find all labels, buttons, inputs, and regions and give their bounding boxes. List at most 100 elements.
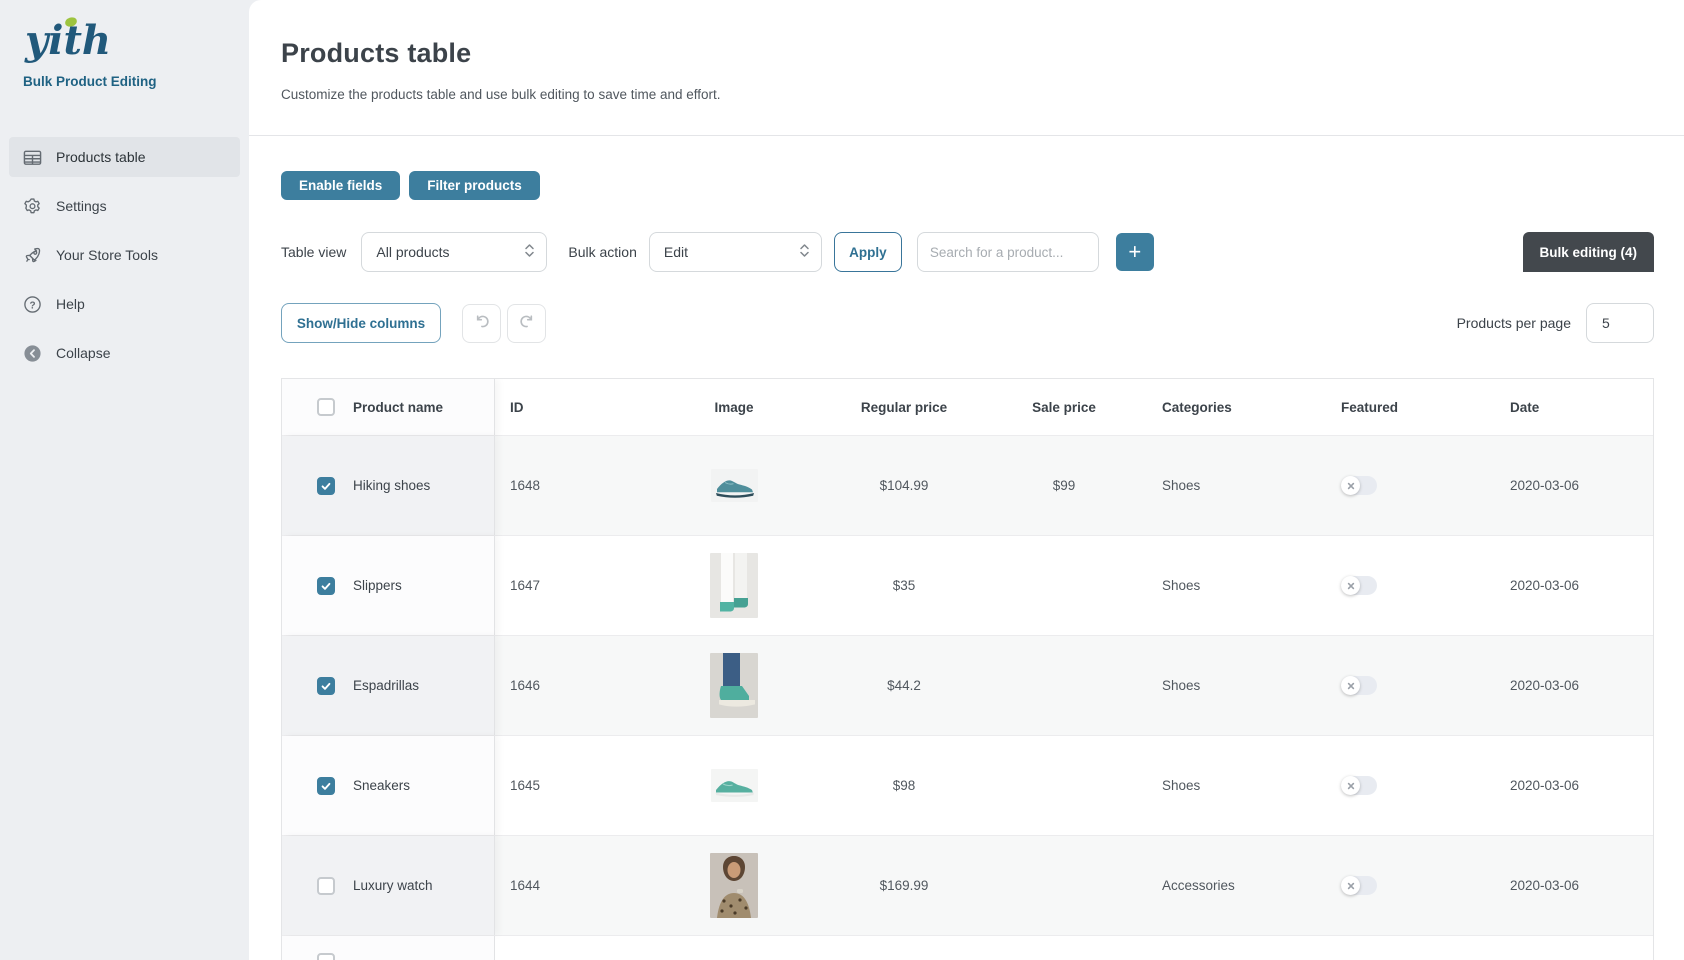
toggle-knob (1341, 676, 1360, 695)
toggle-knob (1341, 876, 1360, 895)
gear-icon (22, 196, 42, 216)
regular-price-cell[interactable]: $44.2 (824, 636, 984, 735)
categories-cell[interactable]: Shoes (1144, 436, 1323, 535)
table-row: Luxury watch 1644 $169.99 Accessories 20… (282, 835, 1653, 935)
featured-toggle[interactable] (1341, 876, 1377, 895)
categories-cell[interactable]: Accessories (1144, 836, 1323, 935)
toggle-knob (1341, 476, 1360, 495)
table-row: Slippers 1647 $35 Shoes 2020-03-06 (282, 535, 1653, 635)
regular-price-cell[interactable]: $169.99 (824, 836, 984, 935)
regular-price-cell[interactable]: $98 (824, 736, 984, 835)
product-name-cell[interactable]: Slippers (336, 536, 494, 635)
add-product-button[interactable]: + (1116, 233, 1154, 271)
row-checkbox[interactable] (317, 877, 335, 895)
table-header-row: Product name ID Image Regular price Sale… (282, 379, 1653, 435)
product-name-cell[interactable]: Luxury watch (336, 836, 494, 935)
column-header-regular-price[interactable]: Regular price (824, 379, 984, 435)
categories-cell[interactable]: Shoes (1144, 636, 1323, 735)
sale-price-cell[interactable] (984, 736, 1144, 835)
product-image[interactable] (710, 553, 758, 618)
products-per-page-input[interactable] (1586, 303, 1654, 343)
svg-text:?: ? (29, 300, 35, 311)
row-checkbox[interactable] (317, 777, 335, 795)
table-body: Hiking shoes 1648 $104.99 $99 Shoes 2020… (282, 435, 1653, 935)
products-table: Product name ID Image Regular price Sale… (281, 378, 1654, 960)
sidebar: yith Bulk Product Editing Products table… (0, 0, 249, 960)
chevron-updown-icon (524, 242, 535, 263)
column-header-date[interactable]: Date (1492, 379, 1653, 435)
sidebar-item-your-store-tools[interactable]: Your Store Tools (9, 235, 240, 275)
row-checkbox[interactable] (317, 953, 335, 960)
search-input[interactable] (917, 232, 1099, 272)
table-row: Sneakers 1645 $98 Shoes 2020-03-06 (282, 735, 1653, 835)
row-checkbox[interactable] (317, 677, 335, 695)
sale-price-cell[interactable] (984, 636, 1144, 735)
redo-icon (518, 312, 536, 335)
filter-products-button[interactable]: Filter products (409, 171, 540, 200)
table-view-label: Table view (281, 244, 346, 260)
help-icon: ? (22, 294, 42, 314)
toggle-knob (1341, 576, 1360, 595)
featured-toggle[interactable] (1341, 576, 1377, 595)
regular-price-cell[interactable]: $35 (824, 536, 984, 635)
header-divider (249, 135, 1684, 136)
sidebar-item-collapse[interactable]: Collapse (9, 333, 240, 373)
bulk-action-label: Bulk action (568, 244, 636, 260)
sidebar-item-products-table[interactable]: Products table (9, 137, 240, 177)
column-header-id[interactable]: ID (494, 379, 644, 435)
product-image[interactable] (711, 769, 758, 802)
collapse-icon (22, 343, 42, 363)
apply-button[interactable]: Apply (834, 232, 902, 272)
product-name-cell[interactable]: Sneakers (336, 736, 494, 835)
product-name-cell[interactable]: Hiking shoes (336, 436, 494, 535)
undo-button[interactable] (462, 304, 501, 343)
action-buttons: Enable fields Filter products (281, 171, 540, 200)
row-checkbox[interactable] (317, 577, 335, 595)
column-header-featured[interactable]: Featured (1323, 379, 1492, 435)
page-subtitle: Customize the products table and use bul… (281, 87, 721, 102)
featured-toggle[interactable] (1341, 476, 1377, 495)
page-header: Products table Customize the products ta… (281, 38, 721, 102)
regular-price-cell[interactable]: $104.99 (824, 436, 984, 535)
show-hide-columns-button[interactable]: Show/Hide columns (281, 303, 441, 343)
sidebar-item-settings[interactable]: Settings (9, 186, 240, 226)
product-image[interactable] (711, 469, 758, 502)
sale-price-cell[interactable] (984, 536, 1144, 635)
categories-cell[interactable]: Shoes (1144, 736, 1323, 835)
product-image[interactable] (710, 653, 758, 718)
sale-price-cell[interactable]: $99 (984, 436, 1144, 535)
sidebar-item-label: Collapse (56, 345, 110, 361)
featured-toggle[interactable] (1341, 676, 1377, 695)
column-header-sale-price[interactable]: Sale price (984, 379, 1144, 435)
table-controls: Show/Hide columns Products per page (281, 303, 1654, 343)
table-view-value: All products (376, 244, 449, 260)
sticky-columns: Slippers (282, 536, 494, 635)
table-icon (22, 147, 42, 167)
rocket-icon (22, 245, 42, 265)
table-row: Espadrillas 1646 $44.2 Shoes 2020-03-06 (282, 635, 1653, 735)
column-header-product-name[interactable]: Product name (336, 379, 494, 435)
categories-cell[interactable]: Shoes (1144, 536, 1323, 635)
table-row-partial (282, 935, 1653, 959)
sticky-columns: Sneakers (282, 736, 494, 835)
table-view-select[interactable]: All products (361, 232, 547, 272)
row-checkbox[interactable] (317, 477, 335, 495)
yith-logo-icon: yith (23, 14, 143, 66)
products-per-page-label: Products per page (1457, 315, 1571, 331)
sale-price-cell[interactable] (984, 836, 1144, 935)
bulk-action-select[interactable]: Edit (649, 232, 822, 272)
column-header-image: Image (644, 379, 824, 435)
date-cell: 2020-03-06 (1492, 736, 1653, 835)
product-id-cell: 1645 (494, 736, 644, 835)
product-name-cell[interactable]: Espadrillas (336, 636, 494, 735)
redo-button[interactable] (507, 304, 546, 343)
enable-fields-button[interactable]: Enable fields (281, 171, 400, 200)
toggle-knob (1341, 776, 1360, 795)
column-header-categories[interactable]: Categories (1144, 379, 1323, 435)
select-all-checkbox[interactable] (317, 398, 335, 416)
bulk-editing-button[interactable]: Bulk editing (4) (1523, 232, 1655, 272)
sidebar-item-help[interactable]: ? Help (9, 284, 240, 324)
featured-toggle[interactable] (1341, 776, 1377, 795)
product-image[interactable] (710, 853, 758, 918)
sticky-columns: Product name (282, 379, 494, 435)
